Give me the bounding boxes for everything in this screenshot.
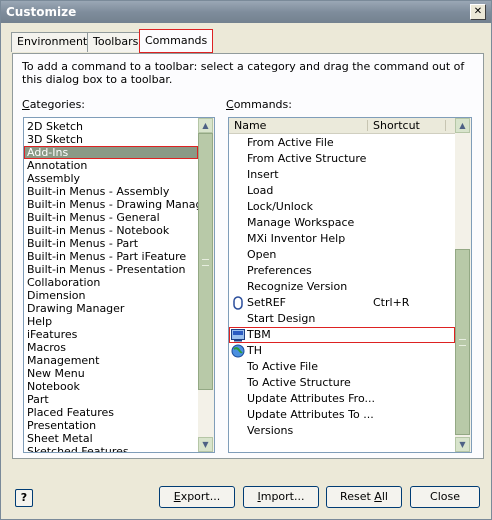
help-button[interactable]: ?	[15, 489, 33, 507]
command-name: Update Attributes Fro...	[247, 392, 375, 405]
category-item[interactable]: Sketched Features	[24, 445, 198, 452]
column-header-name[interactable]: Name	[234, 119, 266, 133]
commands-scroll-thumb[interactable]	[455, 249, 470, 435]
command-name: Insert	[247, 168, 279, 181]
command-name: Load	[247, 184, 274, 197]
command-shortcut: Ctrl+R	[373, 296, 410, 309]
tab-toolbars[interactable]: Toolbars	[87, 32, 145, 52]
command-name: Update Attributes To ...	[247, 408, 374, 421]
category-item[interactable]: Built-in Menus - Presentation	[24, 263, 198, 276]
instructions-text: To add a command to a toolbar: select a …	[22, 60, 465, 86]
category-item[interactable]: Annotation	[24, 159, 198, 172]
command-name: TH	[247, 344, 262, 357]
categories-label: Categories:	[22, 98, 86, 111]
command-item[interactable]: Preferences	[229, 263, 455, 279]
command-item[interactable]: To Active Structure	[229, 375, 455, 391]
category-item[interactable]: Management	[24, 354, 198, 367]
globe-icon	[231, 344, 245, 358]
commands-scrollbar[interactable]: ▲ ▼	[455, 118, 471, 452]
category-item[interactable]: New Menu	[24, 367, 198, 380]
category-item[interactable]: Help	[24, 315, 198, 328]
commands-listbox[interactable]: Name Shortcut From Active File From Activ…	[228, 117, 472, 453]
category-item[interactable]: 2D Sketch	[24, 120, 198, 133]
command-item[interactable]: From Active Structure	[229, 151, 455, 167]
category-item[interactable]: Placed Features	[24, 406, 198, 419]
command-item[interactable]: TH	[229, 343, 455, 359]
category-item[interactable]: Built-in Menus - Drawing Manager	[24, 198, 214, 211]
category-item[interactable]: Presentation	[24, 419, 198, 432]
commands-list-header: Name Shortcut	[229, 118, 455, 134]
command-name: SetREF	[247, 296, 286, 309]
window-title: Customize	[6, 5, 77, 19]
command-name: Start Design	[247, 312, 316, 325]
category-item[interactable]: Built-in Menus - Assembly	[24, 185, 198, 198]
command-item[interactable]: Update Attributes To ...	[229, 407, 455, 423]
tab-environments[interactable]: Environments	[11, 32, 99, 52]
category-item[interactable]: Dimension	[24, 289, 198, 302]
category-item[interactable]: Sheet Metal	[24, 432, 198, 445]
close-button[interactable]: Close	[410, 486, 480, 508]
command-item[interactable]: From Active File	[229, 135, 455, 151]
command-item[interactable]: MXi Inventor Help	[229, 231, 455, 247]
commands-label: Commands:	[226, 98, 292, 111]
category-item[interactable]: Drawing Manager	[24, 302, 198, 315]
category-item[interactable]: iFeatures	[24, 328, 198, 341]
customize-dialog: Customize ✕ Environments Toolbars Comman…	[0, 0, 492, 520]
command-name: TBM	[247, 328, 271, 341]
command-item[interactable]: Load	[229, 183, 455, 199]
category-item[interactable]: 3D Sketch	[24, 133, 198, 146]
command-name: Lock/Unlock	[247, 200, 314, 213]
category-item[interactable]: Built-in Menus - Part iFeature	[24, 250, 198, 263]
scroll-down-arrow-icon[interactable]: ▼	[198, 437, 213, 452]
tbm-icon	[231, 328, 245, 342]
category-item[interactable]: Assembly	[24, 172, 198, 185]
column-header-shortcut[interactable]: Shortcut	[373, 119, 420, 133]
command-name: Manage Workspace	[247, 216, 355, 229]
command-item[interactable]: TBM	[229, 327, 455, 343]
title-bar: Customize ✕	[1, 1, 491, 23]
commands-panel: To add a command to a toolbar: select a …	[12, 53, 484, 459]
command-item[interactable]: Manage Workspace	[229, 215, 455, 231]
categories-scroll-thumb[interactable]	[198, 133, 213, 390]
command-name: From Active File	[247, 136, 334, 149]
scroll-up-arrow-icon[interactable]: ▲	[455, 118, 470, 133]
command-name: To Active Structure	[247, 376, 351, 389]
command-item[interactable]: SetREF Ctrl+R	[229, 295, 455, 311]
ref-icon	[231, 296, 245, 310]
command-name: Versions	[247, 424, 294, 437]
command-name: Recognize Version	[247, 280, 348, 293]
tab-commands[interactable]: Commands	[139, 29, 214, 53]
command-name: From Active Structure	[247, 152, 367, 165]
command-item[interactable]: Update Attributes Fro...	[229, 391, 455, 407]
reset-all-button[interactable]: Reset All	[326, 486, 402, 508]
export-button[interactable]: Export...	[159, 486, 235, 508]
import-button[interactable]: Import...	[243, 486, 319, 508]
command-item[interactable]: Open	[229, 247, 455, 263]
command-item[interactable]: Insert	[229, 167, 455, 183]
category-item[interactable]: Built-in Menus - Part	[24, 237, 198, 250]
command-item[interactable]: Recognize Version	[229, 279, 455, 295]
category-item[interactable]: Part	[24, 393, 198, 406]
category-item[interactable]: Macros	[24, 341, 198, 354]
category-item[interactable]: Add-Ins	[24, 146, 198, 159]
category-item[interactable]: Collaboration	[24, 276, 198, 289]
categories-scrollbar[interactable]: ▲ ▼	[198, 118, 214, 452]
scroll-up-arrow-icon[interactable]: ▲	[198, 118, 213, 133]
command-name: Preferences	[247, 264, 312, 277]
close-window-button[interactable]: ✕	[470, 4, 486, 20]
command-item[interactable]: Lock/Unlock	[229, 199, 455, 215]
categories-listbox[interactable]: 2D Sketch 3D Sketch Add-Ins Annotation Assem…	[23, 117, 215, 453]
category-item[interactable]: Built-in Menus - Notebook	[24, 224, 198, 237]
scroll-down-arrow-icon[interactable]: ▼	[455, 437, 470, 452]
command-item[interactable]: Versions	[229, 423, 455, 439]
command-item[interactable]: Start Design	[229, 311, 455, 327]
command-name: Open	[247, 248, 277, 261]
category-item[interactable]: Built-in Menus - General	[24, 211, 198, 224]
command-name: MXi Inventor Help	[247, 232, 346, 245]
command-name: To Active File	[247, 360, 319, 373]
command-item[interactable]: To Active File	[229, 359, 455, 375]
category-item[interactable]: Notebook	[24, 380, 198, 393]
